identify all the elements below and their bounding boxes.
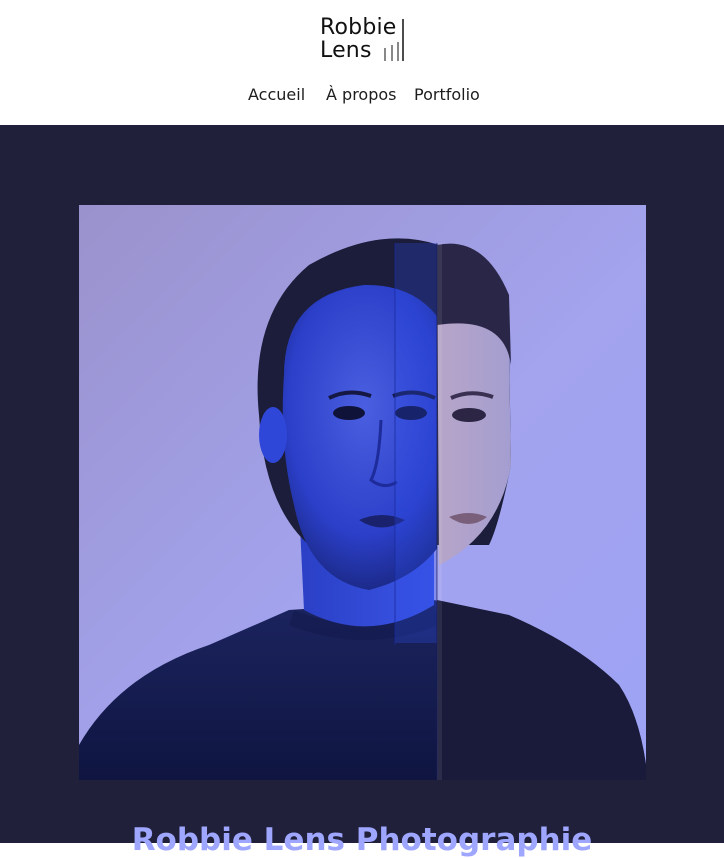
- nav-a-propos[interactable]: À propos: [326, 84, 396, 106]
- hero-title: Robbie Lens Photographie: [131, 821, 593, 858]
- hero-section: Robbie Lens Photographie: [0, 125, 724, 858]
- logo-bars-icon: [384, 19, 404, 61]
- hero-portrait-image: [79, 205, 646, 780]
- portrait-photo: [79, 205, 646, 780]
- nav-portfolio[interactable]: Portfolio: [414, 84, 480, 106]
- site-logo[interactable]: Robbie Lens: [320, 17, 410, 65]
- main-nav: Accueil À propos Portfolio: [0, 84, 724, 106]
- site-header: Robbie Lens Accueil À propos Portfolio: [0, 0, 724, 125]
- nav-accueil[interactable]: Accueil: [248, 84, 305, 106]
